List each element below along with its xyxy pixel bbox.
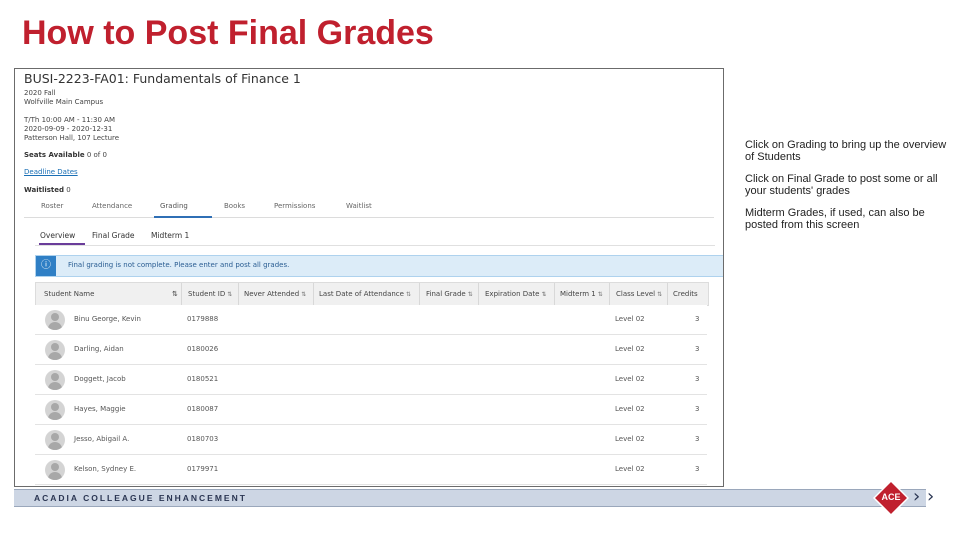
student-id: 0179888 <box>187 315 219 323</box>
course-schedule: T/Th 10:00 AM - 11:30 AM <box>24 116 115 124</box>
tab-attendance[interactable]: Attendance <box>92 202 132 210</box>
col-never-attended[interactable]: Never Attended ⇅ <box>244 290 306 298</box>
class-level: Level 02 <box>615 465 645 473</box>
credits: 3 <box>695 315 700 323</box>
instruction-notes: Click on Grading to bring up the overvie… <box>745 139 950 241</box>
class-level: Level 02 <box>615 435 645 443</box>
course-term: 2020 Fall <box>24 89 56 97</box>
sort-icon: ⇅ <box>301 291 307 298</box>
tab-roster[interactable]: Roster <box>41 202 63 210</box>
table-row[interactable]: Jesso, Abigail A. 0180703 Level 02 3 <box>35 425 707 455</box>
table-row[interactable]: Doggett, Jacob 0180521 Level 02 3 <box>35 365 707 395</box>
active-subtab-indicator <box>39 243 85 245</box>
ace-logo: ACE <box>873 480 909 516</box>
note-final-grade: Click on Final Grade to post some or all… <box>745 173 938 197</box>
class-level: Level 02 <box>615 345 645 353</box>
student-id: 0179971 <box>187 465 219 473</box>
tab-grading[interactable]: Grading <box>160 202 188 210</box>
section-tabs: Roster Attendance Grading Books Permissi… <box>24 201 714 218</box>
course-campus: Wolfville Main Campus <box>24 98 104 106</box>
col-student-name[interactable]: Student Name <box>44 290 94 298</box>
col-student-id[interactable]: Student ID ⇅ <box>188 290 232 298</box>
logo-text: ACE <box>881 492 901 502</box>
credits: 3 <box>695 435 700 443</box>
col-final-grade[interactable]: Final Grade ⇅ <box>426 290 473 298</box>
sort-icon[interactable]: ⇅ <box>172 290 178 298</box>
waitlisted-label: Waitlisted <box>24 186 65 194</box>
col-expiration-date[interactable]: Expiration Date ⇅ <box>485 290 547 298</box>
table-row[interactable]: Binu George, Kevin 0179888 Level 02 3 <box>35 305 707 335</box>
student-id: 0180521 <box>187 375 219 383</box>
avatar <box>45 370 65 390</box>
seats-available: Seats Available 0 of 0 <box>24 151 107 159</box>
col-class-level[interactable]: Class Level ⇅ <box>616 290 662 298</box>
tab-waitlist[interactable]: Waitlist <box>346 202 372 210</box>
sort-icon: ⇅ <box>227 291 233 298</box>
subtab-overview[interactable]: Overview <box>40 231 75 240</box>
credits: 3 <box>695 345 700 353</box>
sort-icon: ⇅ <box>405 291 411 298</box>
avatar <box>45 460 65 480</box>
table-row[interactable]: Darling, Aidan 0180026 Level 02 3 <box>35 335 707 365</box>
footer-bar: ACADIA COLLEAGUE ENHANCEMENT <box>14 489 926 507</box>
avatar <box>45 310 65 330</box>
student-id: 0180703 <box>187 435 219 443</box>
student-name[interactable]: Hayes, Maggie <box>74 405 126 413</box>
course-location: Patterson Hall, 107 Lecture <box>24 134 120 142</box>
slide-title: How to Post Final Grades <box>22 14 434 52</box>
course-section-screenshot: BUSI-2223-FA01: Fundamentals of Finance … <box>14 68 724 487</box>
course-dates: 2020-09-09 - 2020-12-31 <box>24 125 113 133</box>
chevron-right-icon: › <box>913 486 921 507</box>
credits: 3 <box>695 375 700 383</box>
col-credits[interactable]: Credits <box>673 290 698 298</box>
table-header: Student Name ⇅ Student ID ⇅ Never Attende… <box>35 282 709 306</box>
course-title: BUSI-2223-FA01: Fundamentals of Finance … <box>24 71 301 86</box>
student-name[interactable]: Doggett, Jacob <box>74 375 126 383</box>
alert-text: Final grading is not complete. Please en… <box>68 261 290 269</box>
sort-icon: ⇅ <box>657 291 663 298</box>
col-midterm-1[interactable]: Midterm 1 ⇅ <box>560 290 603 298</box>
class-level: Level 02 <box>615 375 645 383</box>
info-icon: ⓘ <box>36 256 56 276</box>
subtab-final-grade[interactable]: Final Grade <box>92 231 135 240</box>
active-tab-indicator <box>154 216 212 218</box>
waitlisted-value: 0 <box>66 186 71 194</box>
chevron-right-icon: › <box>927 486 935 507</box>
table-row[interactable]: Kelson, Sydney E. 0179971 Level 02 3 <box>35 455 707 485</box>
tab-books[interactable]: Books <box>224 202 245 210</box>
grading-subtabs: Overview Final Grade Midterm 1 <box>35 229 715 246</box>
student-id: 0180026 <box>187 345 219 353</box>
sort-icon: ⇅ <box>597 291 603 298</box>
seats-value: 0 of 0 <box>86 151 107 159</box>
class-level: Level 02 <box>615 405 645 413</box>
grading-alert: ⓘ Final grading is not complete. Please … <box>35 255 723 277</box>
sort-icon: ⇅ <box>541 291 547 298</box>
student-name[interactable]: Jesso, Abigail A. <box>74 435 129 443</box>
table-row[interactable]: Hayes, Maggie 0180087 Level 02 3 <box>35 395 707 425</box>
class-level: Level 02 <box>615 315 645 323</box>
credits: 3 <box>695 465 700 473</box>
student-name[interactable]: Kelson, Sydney E. <box>74 465 136 473</box>
student-name[interactable]: Darling, Aidan <box>74 345 124 353</box>
tab-permissions[interactable]: Permissions <box>274 202 315 210</box>
col-last-date-attendance[interactable]: Last Date of Attendance ⇅ <box>319 290 411 298</box>
subtab-midterm-1[interactable]: Midterm 1 <box>151 231 189 240</box>
student-name[interactable]: Binu George, Kevin <box>74 315 141 323</box>
avatar <box>45 430 65 450</box>
seats-label: Seats Available <box>24 151 85 159</box>
sort-icon: ⇅ <box>467 291 473 298</box>
note-grading: Click on Grading to bring up the overvie… <box>745 139 947 163</box>
waitlisted: Waitlisted 0 <box>24 186 71 194</box>
avatar <box>45 340 65 360</box>
deadline-dates-link[interactable]: Deadline Dates <box>24 168 78 176</box>
student-id: 0180087 <box>187 405 219 413</box>
avatar <box>45 400 65 420</box>
note-midterm: Midterm Grades, if used, can also be pos… <box>745 207 925 231</box>
credits: 3 <box>695 405 700 413</box>
footer-text: ACADIA COLLEAGUE ENHANCEMENT <box>34 493 247 503</box>
